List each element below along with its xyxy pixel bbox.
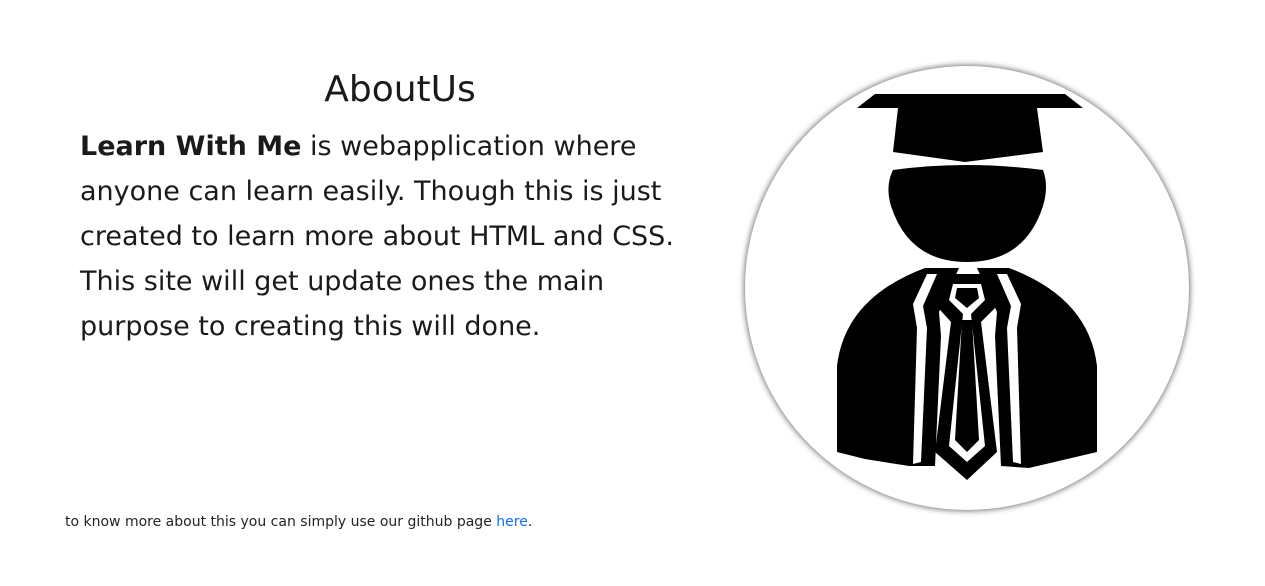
brand-name: Learn With Me: [80, 131, 302, 162]
graduate-icon: [837, 94, 1097, 480]
page-title: AboutUs: [324, 69, 476, 110]
footer-text: to know more about this you can simply u…: [65, 514, 497, 530]
footer-period: .: [527, 514, 533, 530]
footer-line: to know more about this you can simply u…: [65, 511, 532, 533]
github-link[interactable]: here: [496, 514, 528, 530]
about-page: AboutUs Learn With Me is webapplication …: [0, 0, 1265, 586]
about-description: Learn With Me is webapplication where an…: [80, 124, 720, 349]
about-description-text: is webapplication where anyone can learn…: [80, 131, 674, 342]
graduate-image: [745, 66, 1189, 510]
